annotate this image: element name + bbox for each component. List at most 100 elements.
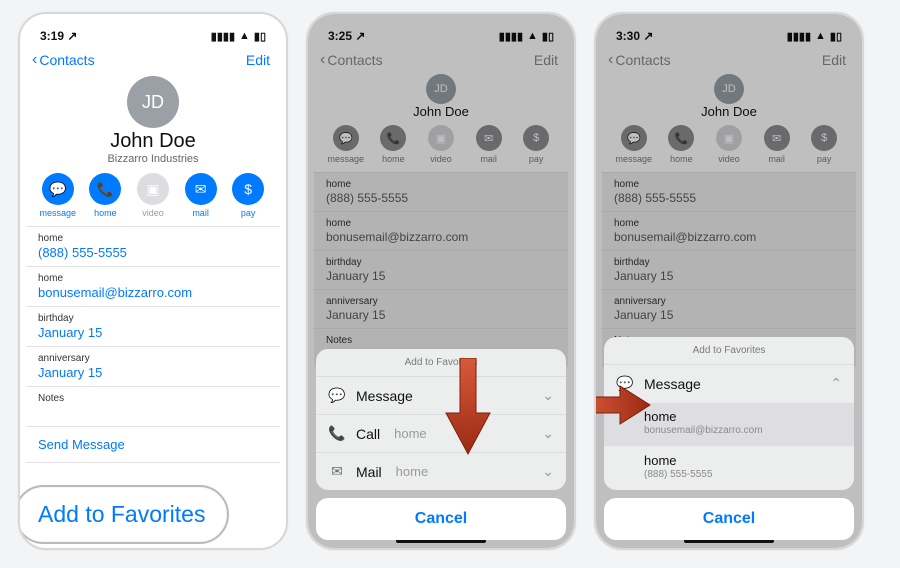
back-button[interactable]: ‹ Contacts <box>320 52 383 68</box>
status-time: 3:30 <box>616 29 640 43</box>
nav-bar: ‹ Contacts Edit <box>314 50 568 72</box>
call-button[interactable]: 📞home <box>85 173 125 218</box>
field-email[interactable]: homebonusemail@bizzarro.com <box>602 211 856 250</box>
phone-icon: 📞 <box>89 173 121 205</box>
field-anniversary[interactable]: anniversaryJanuary 15 <box>314 289 568 328</box>
back-button[interactable]: ‹ Contacts <box>608 52 671 68</box>
field-birthday[interactable]: birthday January 15 <box>26 306 280 346</box>
call-button[interactable]: 📞home <box>661 125 701 164</box>
edit-button[interactable]: Edit <box>822 52 846 68</box>
field-notes[interactable]: Notes <box>26 386 280 426</box>
field-label: birthday <box>38 313 268 324</box>
avatar: JD <box>127 76 179 128</box>
mail-button[interactable]: ✉mail <box>757 125 797 164</box>
phone-icon: 📞 <box>328 425 346 442</box>
field-value: January 15 <box>38 365 268 380</box>
action-row: 💬message 📞home ▣video ✉mail $pay <box>602 119 856 172</box>
sheet-option-phone[interactable]: home (888) 555-5555 <box>604 446 854 490</box>
edit-button[interactable]: Edit <box>246 52 270 68</box>
cancel-button[interactable]: Cancel <box>604 498 854 540</box>
sheet-title: Add to Favorites <box>604 337 854 364</box>
pay-button[interactable]: $pay <box>516 125 556 164</box>
wifi-icon: ▲ <box>239 30 250 42</box>
status-time: 3:19 <box>40 29 64 43</box>
sheet-row-mail[interactable]: ✉ Mail home ⌄ <box>316 452 566 490</box>
field-phone[interactable]: home (888) 555-5555 <box>26 226 280 266</box>
status-time: 3:25 <box>328 29 352 43</box>
field-value: bonusemail@bizzarro.com <box>38 285 268 300</box>
location-arrow-icon: ↗ <box>67 29 77 43</box>
status-bar: 3:19 ↗ ▮▮▮▮ ▲ ▮▯ <box>26 22 280 50</box>
sheet-title: Add to Favorites <box>316 349 566 376</box>
contact-name: John Doe <box>602 104 856 119</box>
nav-bar: ‹ Contacts Edit <box>26 50 280 72</box>
video-button: ▣video <box>709 125 749 164</box>
field-birthday[interactable]: birthdayJanuary 15 <box>602 250 856 289</box>
battery-icon: ▮▯ <box>254 30 266 43</box>
chevron-left-icon: ‹ <box>608 52 613 68</box>
field-label: home <box>38 233 268 244</box>
call-button[interactable]: 📞home <box>373 125 413 164</box>
action-sheet: Add to Favorites 💬 Message ⌃ home bonuse… <box>604 337 854 540</box>
send-message-link[interactable]: Send Message <box>26 426 280 462</box>
field-label: Notes <box>38 393 268 404</box>
video-icon: ▣ <box>137 173 169 205</box>
chevron-up-icon: ⌃ <box>830 375 842 392</box>
video-button: ▣video <box>133 173 173 218</box>
chevron-down-icon: ⌄ <box>542 387 554 404</box>
nav-bar: ‹ Contacts Edit <box>602 50 856 72</box>
field-label: home <box>38 273 268 284</box>
status-bar: 3:30 ↗ ▮▮▮▮▲▮▯ <box>602 22 856 50</box>
pay-button[interactable]: $pay <box>228 173 268 218</box>
message-button[interactable]: 💬message <box>326 125 366 164</box>
action-row: 💬message 📞home ▣video ✉mail $pay <box>314 119 568 172</box>
video-button: ▣video <box>421 125 461 164</box>
contact-org: Bizzarro Industries <box>26 153 280 165</box>
phone-2: 3:25 ↗ ▮▮▮▮▲▮▯ ‹ Contacts Edit JD John D… <box>306 12 576 550</box>
cancel-button[interactable]: Cancel <box>316 498 566 540</box>
message-icon: 💬 <box>616 375 634 392</box>
chevron-down-icon: ⌄ <box>542 425 554 442</box>
chevron-left-icon: ‹ <box>320 52 325 68</box>
field-anniversary[interactable]: anniversaryJanuary 15 <box>602 289 856 328</box>
cellular-icon: ▮▮▮▮ <box>211 30 235 43</box>
contact-name: John Doe <box>314 104 568 119</box>
field-value: January 15 <box>38 325 268 340</box>
contact-name: John Doe <box>26 130 280 153</box>
field-phone[interactable]: home(888) 555-5555 <box>602 172 856 211</box>
mail-icon: ✉ <box>185 173 217 205</box>
chevron-down-icon: ⌄ <box>542 463 554 480</box>
avatar: JD <box>426 74 456 104</box>
message-button[interactable]: 💬message <box>38 173 78 218</box>
phone-3: 3:30 ↗ ▮▮▮▮▲▮▯ ‹ Contacts Edit JD John D… <box>594 12 864 550</box>
sheet-row-message[interactable]: 💬 Message ⌄ <box>316 376 566 414</box>
action-row: 💬message 📞home ▣video ✉mail $pay <box>26 173 280 226</box>
status-bar: 3:25 ↗ ▮▮▮▮▲▮▯ <box>314 22 568 50</box>
pay-button[interactable]: $pay <box>804 125 844 164</box>
field-email[interactable]: home bonusemail@bizzarro.com <box>26 266 280 306</box>
sheet-row-call[interactable]: 📞 Call home ⌄ <box>316 414 566 452</box>
message-icon: 💬 <box>42 173 74 205</box>
dollar-icon: $ <box>232 173 264 205</box>
back-button[interactable]: ‹ Contacts <box>32 52 95 68</box>
phone-1: 3:19 ↗ ▮▮▮▮ ▲ ▮▯ ‹ Contacts Edit JD John… <box>18 12 288 550</box>
field-label: anniversary <box>38 353 268 364</box>
field-value: (888) 555-5555 <box>38 245 268 260</box>
field-birthday[interactable]: birthdayJanuary 15 <box>314 250 568 289</box>
add-to-favorites-callout[interactable]: Add to Favorites <box>18 485 229 544</box>
sheet-option-email[interactable]: home bonusemail@bizzarro.com <box>604 402 854 446</box>
field-email[interactable]: homebonusemail@bizzarro.com <box>314 211 568 250</box>
edit-button[interactable]: Edit <box>534 52 558 68</box>
mail-icon: ✉ <box>328 463 346 480</box>
field-anniversary[interactable]: anniversary January 15 <box>26 346 280 386</box>
message-button[interactable]: 💬message <box>614 125 654 164</box>
field-phone[interactable]: home(888) 555-5555 <box>314 172 568 211</box>
chevron-left-icon: ‹ <box>32 52 37 68</box>
sheet-row-message[interactable]: 💬 Message ⌃ <box>604 364 854 402</box>
action-sheet: Add to Favorites 💬 Message ⌄ 📞 Call home… <box>316 349 566 540</box>
mail-button[interactable]: ✉mail <box>181 173 221 218</box>
avatar: JD <box>714 74 744 104</box>
message-icon: 💬 <box>328 387 346 404</box>
mail-button[interactable]: ✉mail <box>469 125 509 164</box>
back-label: Contacts <box>39 52 94 68</box>
